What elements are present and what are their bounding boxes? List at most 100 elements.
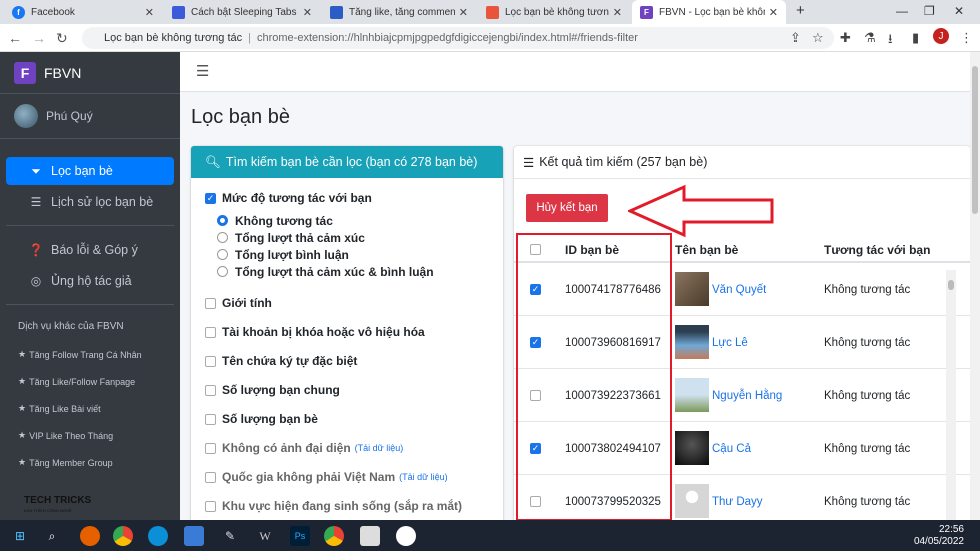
unfriend-button[interactable]: Hủy kết bạn <box>526 194 608 222</box>
radio-option[interactable]: Tổng lượt thả cảm xúc <box>217 229 503 246</box>
share-icon[interactable]: ⇪ <box>790 30 801 46</box>
sidebar-item-report[interactable]: ❓ Báo lỗi & Góp ý <box>6 236 174 264</box>
scrollbar-thumb[interactable] <box>948 280 954 290</box>
sidepanel-icon[interactable]: ▮ <box>912 30 919 46</box>
radio-button[interactable] <box>217 266 228 277</box>
download-icon[interactable]: ⭳ <box>888 30 893 52</box>
friend-avatar[interactable] <box>675 431 709 465</box>
criterion-locked-account[interactable]: Tài khoản bị khóa hoặc vô hiệu hóa <box>205 325 503 339</box>
brand[interactable]: F FBVN <box>0 52 180 94</box>
criterion-gender[interactable]: Giới tính <box>205 296 503 310</box>
app-icon[interactable] <box>360 526 380 546</box>
service-link[interactable]: ★ Tăng Like/Follow Fanpage <box>0 368 180 395</box>
radio-option[interactable]: Tổng lượt thả cảm xúc & bình luận <box>217 263 503 280</box>
bookmark-star-icon[interactable]: ☆ <box>812 30 824 46</box>
criterion-special-chars[interactable]: Tên chứa ký tự đặc biệt <box>205 354 503 368</box>
radio-button[interactable] <box>217 249 228 260</box>
close-window-icon[interactable]: ✕ <box>954 4 964 18</box>
browser-tab[interactable]: Lọc bạn bè không tương tác ✕ <box>478 0 630 24</box>
table-scrollbar[interactable] <box>946 270 956 522</box>
radio-button[interactable] <box>217 232 228 243</box>
criterion-no-avatar[interactable]: Không có ảnh đại diện (Tải dữ liệu) <box>205 441 503 455</box>
firefox-icon[interactable] <box>80 526 100 546</box>
sidebar-item-donate[interactable]: ◎ Ủng hộ tác giả <box>6 267 174 295</box>
service-link[interactable]: ★ VIP Like Theo Tháng <box>0 422 180 449</box>
close-icon[interactable]: ✕ <box>303 6 312 19</box>
criterion-interaction[interactable]: ✓ Mức độ tương tác với bạn <box>205 191 503 205</box>
browser-tab[interactable]: Cách bật Sleeping Tabs với G ✕ <box>164 0 320 24</box>
checkbox[interactable] <box>205 326 216 338</box>
checkbox[interactable]: ✓ <box>205 192 216 204</box>
sidebar-item-friend-filter[interactable]: ⏷ Lọc bạn bè <box>6 157 174 185</box>
close-icon[interactable]: ✕ <box>613 6 622 19</box>
friend-name-link[interactable]: Thư Dayy <box>712 496 763 508</box>
app-icon[interactable]: ✎ <box>220 526 240 546</box>
friend-avatar[interactable] <box>675 272 709 306</box>
checkbox[interactable] <box>205 413 216 425</box>
friend-avatar[interactable] <box>675 325 709 359</box>
results-title: Kết quả tìm kiếm (257 bạn bè) <box>539 155 708 169</box>
criterion-region[interactable]: Khu vực hiện đang sinh sống (sắp ra mắt) <box>205 499 503 513</box>
service-link[interactable]: ★ Tăng Like Bài viết <box>0 395 180 422</box>
radio-option[interactable]: Không tương tác <box>217 212 503 229</box>
extension-title: Lọc bạn bè không tương tác <box>104 32 243 44</box>
forward-icon[interactable]: → <box>32 30 46 46</box>
page-scrollbar[interactable] <box>970 52 980 520</box>
hamburger-menu-icon[interactable]: ☰ <box>196 62 209 80</box>
minimize-icon[interactable]: — <box>896 4 908 18</box>
photoshop-icon[interactable]: Ps <box>290 526 310 546</box>
friend-name-link[interactable]: Lực Lê <box>712 337 748 349</box>
checkbox[interactable] <box>205 471 216 483</box>
sidebar-item-filter-history[interactable]: ☰ Lịch sử lọc bạn bè <box>6 188 174 216</box>
close-icon[interactable]: ✕ <box>769 6 778 19</box>
explorer-icon[interactable] <box>184 526 204 546</box>
criterion-friend-count[interactable]: Số lượng bạn bè <box>205 412 503 426</box>
column-header-name[interactable]: Tên bạn bè <box>675 243 738 257</box>
radio-option[interactable]: Tổng lượt bình luận <box>217 246 503 263</box>
address-bar[interactable]: Lọc bạn bè không tương tác | chrome-exte… <box>82 27 834 49</box>
close-icon[interactable]: ✕ <box>145 6 154 19</box>
criterion-country[interactable]: Quốc gia không phải Việt Nam (Tải dữ liệu… <box>205 470 503 484</box>
reload-icon[interactable]: ↻ <box>56 30 68 47</box>
new-tab-button[interactable]: + <box>796 2 805 19</box>
checkbox[interactable] <box>205 500 216 512</box>
friend-name-link[interactable]: Văn Quyết <box>712 284 766 296</box>
checkbox[interactable] <box>205 355 216 367</box>
friend-name-link[interactable]: Cậu Cả <box>712 443 751 455</box>
edge-icon[interactable] <box>148 526 168 546</box>
checkbox[interactable] <box>205 442 216 454</box>
messenger-icon[interactable] <box>396 526 416 546</box>
close-icon[interactable]: ✕ <box>459 6 468 19</box>
menu-dots-icon[interactable]: ⋮ <box>960 30 973 46</box>
scrollbar-thumb[interactable] <box>972 66 978 214</box>
service-link[interactable]: ★ Tăng Member Group <box>0 449 180 476</box>
restore-icon[interactable]: ❐ <box>924 4 935 18</box>
friend-name-link[interactable]: Nguyễn Hằng <box>712 390 782 402</box>
word-icon[interactable]: W <box>255 526 275 546</box>
chrome-icon[interactable] <box>113 526 133 546</box>
load-data-link[interactable]: (Tải dữ liệu) <box>399 472 448 482</box>
back-icon[interactable]: ← <box>8 30 22 46</box>
search-icon[interactable]: ⌕ <box>42 526 62 546</box>
checkbox[interactable] <box>205 297 216 309</box>
browser-tab-active[interactable]: F FBVN - Lọc bạn bè không tư ✕ <box>632 0 786 24</box>
chrome-active-icon[interactable] <box>324 526 344 546</box>
extensions-icon[interactable]: ✚ <box>840 30 851 46</box>
profile-avatar[interactable]: J <box>933 28 949 44</box>
friend-avatar[interactable] <box>675 484 709 518</box>
criterion-mutual-friends[interactable]: Số lượng bạn chung <box>205 383 503 397</box>
load-data-link[interactable]: (Tải dữ liệu) <box>355 443 404 453</box>
system-clock[interactable]: 22:56 04/05/2022 <box>914 524 964 548</box>
service-link[interactable]: ★ Tăng Follow Trang Cá Nhân <box>0 341 180 368</box>
browser-tab[interactable]: f Facebook ✕ <box>4 0 162 24</box>
user-panel[interactable]: Phú Quý <box>0 94 180 139</box>
radio-button[interactable] <box>217 215 228 226</box>
flask-icon[interactable]: ⚗ <box>864 30 876 46</box>
windows-start-icon[interactable]: ⊞ <box>10 526 30 546</box>
star-icon: ★ <box>18 349 27 359</box>
browser-tab[interactable]: Tăng like, tăng comment, tăng ✕ <box>322 0 476 24</box>
checkbox[interactable] <box>205 384 216 396</box>
column-header-interaction[interactable]: Tương tác với bạn <box>824 243 930 257</box>
filter-card-title: Tìm kiếm bạn bè cần lọc (bạn có 278 bạn … <box>225 155 478 169</box>
friend-avatar[interactable] <box>675 378 709 412</box>
